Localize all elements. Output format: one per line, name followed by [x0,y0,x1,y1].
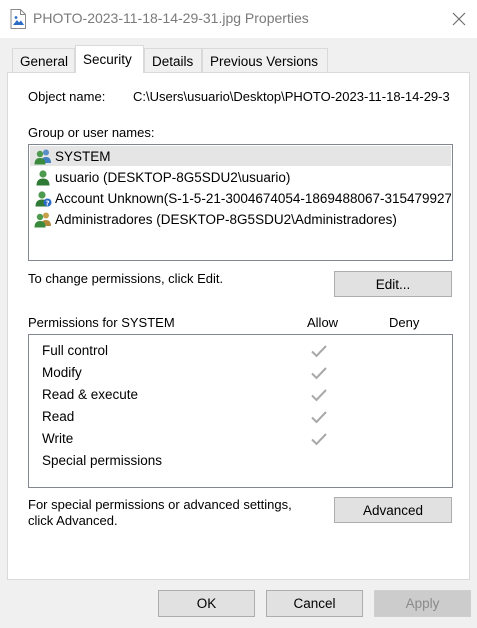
cancel-button[interactable]: Cancel [266,590,363,617]
list-item-system[interactable]: SYSTEM [30,146,451,166]
checkmark-icon [311,433,327,446]
permission-row-write: Write [42,429,442,449]
permission-name: Modify [42,365,82,380]
list-item-account-unknown[interactable]: ? Account Unknown(S-1-5-21-3004674054-18… [30,188,451,208]
group-names-label: Group or user names: [28,125,155,140]
permission-name: Full control [42,343,109,358]
user-name: usuario (DESKTOP-8G5SDU2\usuario) [55,170,291,185]
button-label: Apply [405,596,440,611]
user-list[interactable]: SYSTEM usuario (DESKTOP-8G5SDU2\usuario)… [28,144,453,261]
tab-label: Security [83,52,132,67]
tab-label: Previous Versions [210,54,319,69]
button-label: OK [196,596,217,611]
deny-header: Deny [389,315,420,330]
tab-previous-versions[interactable]: Previous Versions [202,48,328,72]
advanced-button[interactable]: Advanced [334,497,452,523]
allow-header: Allow [307,315,339,330]
tab-security[interactable]: Security [75,45,144,73]
ok-button[interactable]: OK [158,590,255,617]
list-item-administradores[interactable]: Administradores (DESKTOP-8G5SDU2\Adminis… [30,209,451,229]
object-name-value[interactable]: C:\Users\usuario\Desktop\PHOTO-2023-11-1… [133,89,453,104]
object-name-label: Object name: [28,89,106,104]
permissions-for-label: Permissions for SYSTEM [28,315,175,330]
svg-text:?: ? [45,199,49,207]
special-permissions-text-2: click Advanced. [28,513,118,528]
permission-name: Read [42,409,75,424]
apply-button[interactable]: Apply [374,590,471,617]
permissions-list[interactable]: Full control Modify Read & execute Read … [28,334,453,488]
list-item-usuario[interactable]: usuario (DESKTOP-8G5SDU2\usuario) [30,167,451,187]
user-name: Account Unknown(S-1-5-21-3004674054-1869… [55,191,451,206]
user-icon [36,170,50,186]
permission-row-full-control: Full control [42,341,442,361]
permission-name: Write [42,431,74,446]
checkmark-icon [311,367,327,380]
user-group-icon [34,149,51,165]
permission-name: Special permissions [42,453,163,468]
checkmark-icon [311,389,327,402]
change-permissions-text: To change permissions, click Edit. [28,271,224,286]
tab-details[interactable]: Details [144,48,202,72]
button-label: Cancel [293,596,336,611]
title-bar: PHOTO-2023-11-18-14-29-31.jpg Properties [0,0,477,38]
checkmark-icon [311,411,327,424]
close-button[interactable] [444,6,474,32]
image-file-icon [10,9,26,29]
user-group-icon [34,212,51,228]
permission-row-read-execute: Read & execute [42,385,442,405]
checkmark-icon [311,345,327,358]
unknown-user-icon: ? [35,191,52,207]
button-label: Advanced [362,503,424,518]
tab-general[interactable]: General [12,48,75,72]
edit-button[interactable]: Edit... [334,271,452,297]
special-permissions-text-1: For special permissions or advanced sett… [28,497,292,512]
button-label: Edit... [375,277,411,292]
permission-row-modify: Modify [42,363,442,383]
window-title: PHOTO-2023-11-18-14-29-31.jpg Properties [33,10,309,26]
user-name: Administradores (DESKTOP-8G5SDU2\Adminis… [55,212,397,227]
permission-row-special: Special permissions [42,451,442,471]
permission-name: Read & execute [42,387,139,402]
close-icon [452,12,466,26]
permission-row-read: Read [42,407,442,427]
user-name: SYSTEM [55,149,111,164]
tab-label: General [20,54,69,69]
tab-label: Details [152,54,194,69]
